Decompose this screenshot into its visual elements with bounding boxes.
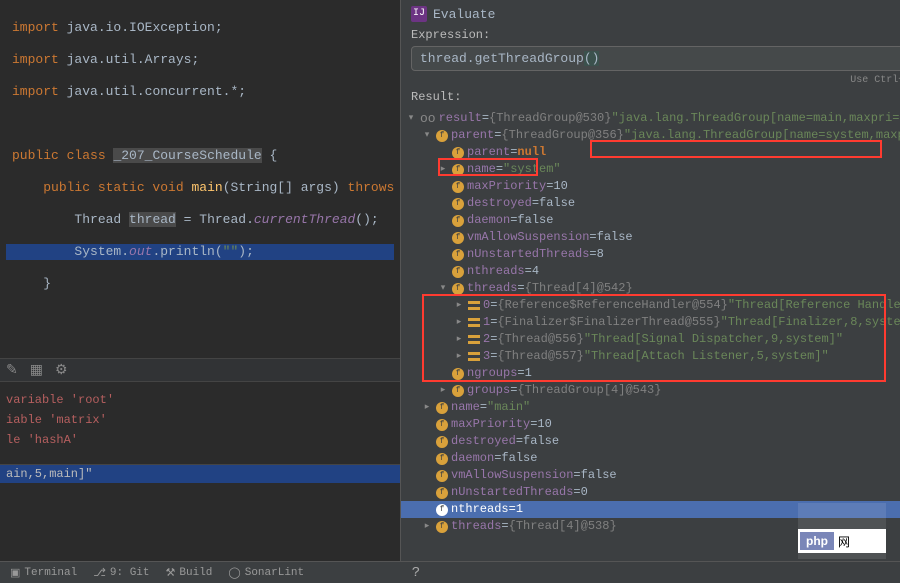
tree-node[interactable]: fdestroyed = false [401, 433, 900, 450]
evaluate-dialog: IJ Evaluate Expression: thread.getThread… [400, 0, 900, 583]
tree-node-thread-2[interactable]: ▸2 = {Thread@556} "Thread[Signal Dispatc… [401, 331, 900, 348]
expression-input[interactable]: thread.getThreadGroup() [411, 46, 900, 71]
tree-node[interactable]: fngroups = 1 [401, 365, 900, 382]
current-execution-line[interactable]: System.out.println(""); [6, 244, 394, 260]
terminal-icon: ▣ [10, 566, 20, 580]
terminal-tab[interactable]: ▣Terminal [10, 566, 77, 580]
tree-node[interactable]: fnUnstartedThreads = 0 [401, 484, 900, 501]
tree-node-result[interactable]: ▾ooresult = {ThreadGroup@530} "java.lang… [401, 110, 900, 127]
tree-node-name[interactable]: ▸fname = "system" [401, 161, 900, 178]
tree-node[interactable]: fmaxPriority = 10 [401, 178, 900, 195]
expression-label: Expression: [401, 28, 900, 42]
shortcut-hint: Use Ctrl+Shift+Enter to [401, 75, 900, 90]
kw-import: import [12, 20, 59, 35]
warning-item[interactable]: variable 'root' [6, 390, 394, 410]
code-area[interactable]: import java.io.IOException; import java.… [0, 0, 400, 328]
tree-node-thread-0[interactable]: ▸0 = {Reference$ReferenceHandler@554} "T… [401, 297, 900, 314]
tree-node-parent-null[interactable]: fparent = null [401, 144, 900, 161]
result-label: Result: [401, 90, 900, 108]
class-name: _207_CourseSchedule [113, 148, 261, 163]
sonar-tab[interactable]: ◯SonarLint [228, 566, 304, 580]
git-tab[interactable]: ⎇9: Git [93, 566, 149, 580]
branch-icon: ⎇ [93, 566, 106, 580]
tree-node[interactable]: fvmAllowSuspension = false [401, 229, 900, 246]
tree-node[interactable]: fdaemon = false [401, 212, 900, 229]
tree-node-threads[interactable]: ▾fthreads = {Thread[4]@542} [401, 280, 900, 297]
tree-node[interactable]: fnUnstartedThreads = 8 [401, 246, 900, 263]
hammer-icon: ⚒ [166, 566, 176, 580]
php-logo: php 网 [798, 529, 886, 553]
code-editor-panel: import java.io.IOException; import java.… [0, 0, 400, 583]
pin-icon[interactable]: ✎ [6, 362, 18, 379]
search-result[interactable]: ain,5,main]" [0, 464, 400, 483]
app-icon: IJ [411, 6, 427, 22]
tree-node[interactable]: fmaxPriority = 10 [401, 416, 900, 433]
inspection-panel: variable 'root' iable 'matrix' le 'hashA… [0, 382, 400, 458]
gear-icon[interactable]: ⚙ [55, 362, 68, 379]
warning-item[interactable]: le 'hashA' [6, 430, 394, 450]
tree-node[interactable]: fnthreads = 4 [401, 263, 900, 280]
build-tab[interactable]: ⚒Build [166, 566, 213, 580]
tree-node[interactable]: fvmAllowSuspension = false [401, 467, 900, 484]
tree-node[interactable]: fdestroyed = false [401, 195, 900, 212]
grid-icon[interactable]: ▦ [30, 362, 43, 379]
warning-item[interactable]: iable 'matrix' [6, 410, 394, 430]
help-icon[interactable]: ? [406, 565, 426, 581]
tree-node-name-main[interactable]: ▸fname = "main" [401, 399, 900, 416]
sonar-icon: ◯ [228, 566, 240, 580]
status-bar: ▣Terminal ⎇9: Git ⚒Build ◯SonarLint [0, 561, 900, 583]
tree-node[interactable]: fdaemon = false [401, 450, 900, 467]
dialog-title: IJ Evaluate [401, 0, 900, 28]
tree-node-thread-3[interactable]: ▸3 = {Thread@557} "Thread[Attach Listene… [401, 348, 900, 365]
tree-node-parent[interactable]: ▾fparent = {ThreadGroup@356} "java.lang.… [401, 127, 900, 144]
tree-node-groups[interactable]: ▸fgroups = {ThreadGroup[4]@543} [401, 382, 900, 399]
tree-node-thread-1[interactable]: ▸1 = {Finalizer$FinalizerThread@555} "Th… [401, 314, 900, 331]
editor-gutter-toolbar[interactable]: ✎ ▦ ⚙ [0, 358, 400, 382]
